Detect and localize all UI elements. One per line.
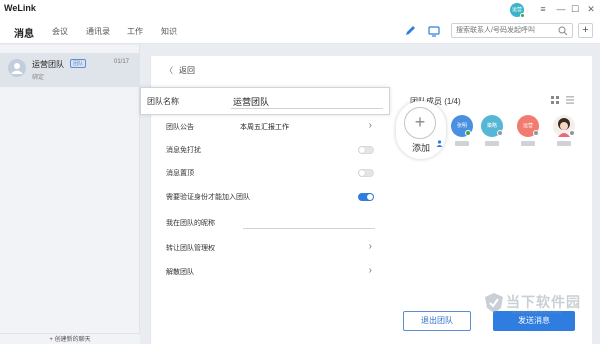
plus-icon: + bbox=[404, 107, 436, 139]
nav-tab-meetings[interactable]: 会议 bbox=[52, 26, 68, 37]
group-icon bbox=[11, 63, 23, 74]
chevron-right-icon: › bbox=[368, 265, 372, 276]
member-name-blurred bbox=[455, 141, 469, 146]
member-status-dot bbox=[533, 130, 539, 136]
announcement-row[interactable]: 团队公告 本周五汇报工作 › bbox=[166, 120, 378, 134]
conversation-subtitle: 绑定 bbox=[32, 75, 45, 81]
grid-view-icon[interactable] bbox=[551, 96, 559, 104]
dissolve-team-label: 解散团队 bbox=[166, 269, 194, 276]
new-chat-button[interactable]: + 创建新的聊天 bbox=[0, 333, 140, 344]
shield-logo-icon bbox=[485, 293, 503, 313]
search-input[interactable] bbox=[456, 25, 552, 36]
main-nav: 消息 会议 通讯录 工作 知识 + bbox=[0, 18, 600, 44]
member-name-blurred bbox=[521, 141, 535, 146]
dissolve-team-row[interactable]: 解散团队 › bbox=[166, 265, 378, 279]
chevron-right-icon: › bbox=[368, 241, 372, 252]
team-name-value[interactable]: 运营团队 bbox=[233, 95, 269, 108]
team-tag-badge: 团队 bbox=[70, 59, 87, 68]
nav-tab-work[interactable]: 工作 bbox=[127, 26, 143, 37]
add-button[interactable]: + bbox=[578, 23, 593, 38]
member-name-blurred bbox=[557, 141, 571, 146]
member-status-dot bbox=[569, 130, 575, 136]
chevron-right-icon: › bbox=[368, 120, 372, 131]
watermark-title: 当下软件园 bbox=[506, 294, 581, 310]
conversation-list: 运营团队 团队 绑定 01/17 + 创建新的聊天 bbox=[0, 45, 140, 344]
mute-row: 消息免打扰 bbox=[166, 143, 378, 157]
pen-icon[interactable] bbox=[402, 23, 418, 39]
mute-label: 消息免打扰 bbox=[166, 147, 201, 154]
app-title: WeLink bbox=[4, 3, 36, 13]
quit-team-button[interactable]: 退出团队 bbox=[403, 311, 471, 331]
member-status-dot bbox=[465, 130, 471, 136]
nav-tab-knowledge[interactable]: 知识 bbox=[161, 26, 177, 37]
conversation-name: 运营团队 bbox=[32, 60, 64, 69]
nav-tab-contacts[interactable]: 通讯录 bbox=[86, 26, 110, 37]
screen-share-icon[interactable] bbox=[426, 23, 442, 39]
team-name-underline bbox=[231, 108, 383, 109]
team-avatar bbox=[8, 59, 26, 77]
pin-label: 消息置顶 bbox=[166, 170, 194, 177]
announcement-label: 团队公告 bbox=[166, 124, 194, 131]
chevron-left-icon: 〈 bbox=[165, 66, 173, 75]
conversation-item[interactable]: 运营团队 团队 绑定 01/17 bbox=[0, 53, 140, 87]
team-name-field[interactable]: 团队名称 运营团队 bbox=[140, 87, 390, 115]
watermark: 当下软件园 www.downxia.com bbox=[482, 290, 598, 344]
verify-label: 需要验证身份才能加入团队 bbox=[166, 194, 250, 201]
nickname-input-underline bbox=[243, 228, 375, 229]
nav-tab-messages[interactable]: 消息 bbox=[14, 25, 34, 40]
search-box[interactable] bbox=[451, 23, 573, 38]
list-view-icon[interactable] bbox=[566, 96, 574, 104]
conversation-date: 01/17 bbox=[114, 59, 130, 65]
watermark-url: www.downxia.com bbox=[512, 310, 562, 316]
pin-toggle[interactable] bbox=[358, 169, 374, 177]
maximize-icon[interactable]: ☐ bbox=[568, 2, 582, 16]
verify-toggle[interactable] bbox=[358, 193, 374, 201]
search-icon[interactable] bbox=[558, 26, 568, 36]
pin-row: 消息置顶 bbox=[166, 166, 378, 180]
verify-row: 需要验证身份才能加入团队 bbox=[166, 190, 378, 204]
transfer-admin-label: 转让团队管理权 bbox=[166, 245, 215, 252]
close-icon[interactable]: ✕ bbox=[584, 2, 598, 16]
nickname-label: 我在团队的昵称 bbox=[166, 220, 215, 227]
minimize-icon[interactable]: — bbox=[554, 2, 568, 16]
team-name-label: 团队名称 bbox=[147, 97, 179, 106]
menu-icon[interactable]: ≡ bbox=[536, 2, 550, 16]
back-button[interactable]: 〈返回 bbox=[165, 65, 195, 76]
add-member-button[interactable]: + 添加 bbox=[396, 101, 446, 159]
nickname-row[interactable]: 我在团队的昵称 bbox=[166, 216, 378, 230]
announcement-value: 本周五汇报工作 bbox=[240, 124, 289, 131]
member-name-blurred bbox=[485, 141, 499, 146]
mute-toggle[interactable] bbox=[358, 146, 374, 154]
member-status-dot bbox=[497, 130, 503, 136]
title-bar: WeLink 运营 ≡ — ☐ ✕ bbox=[0, 0, 600, 18]
transfer-admin-row[interactable]: 转让团队管理权 › bbox=[166, 241, 378, 255]
admin-person-icon bbox=[436, 140, 443, 147]
back-label: 返回 bbox=[179, 66, 195, 75]
